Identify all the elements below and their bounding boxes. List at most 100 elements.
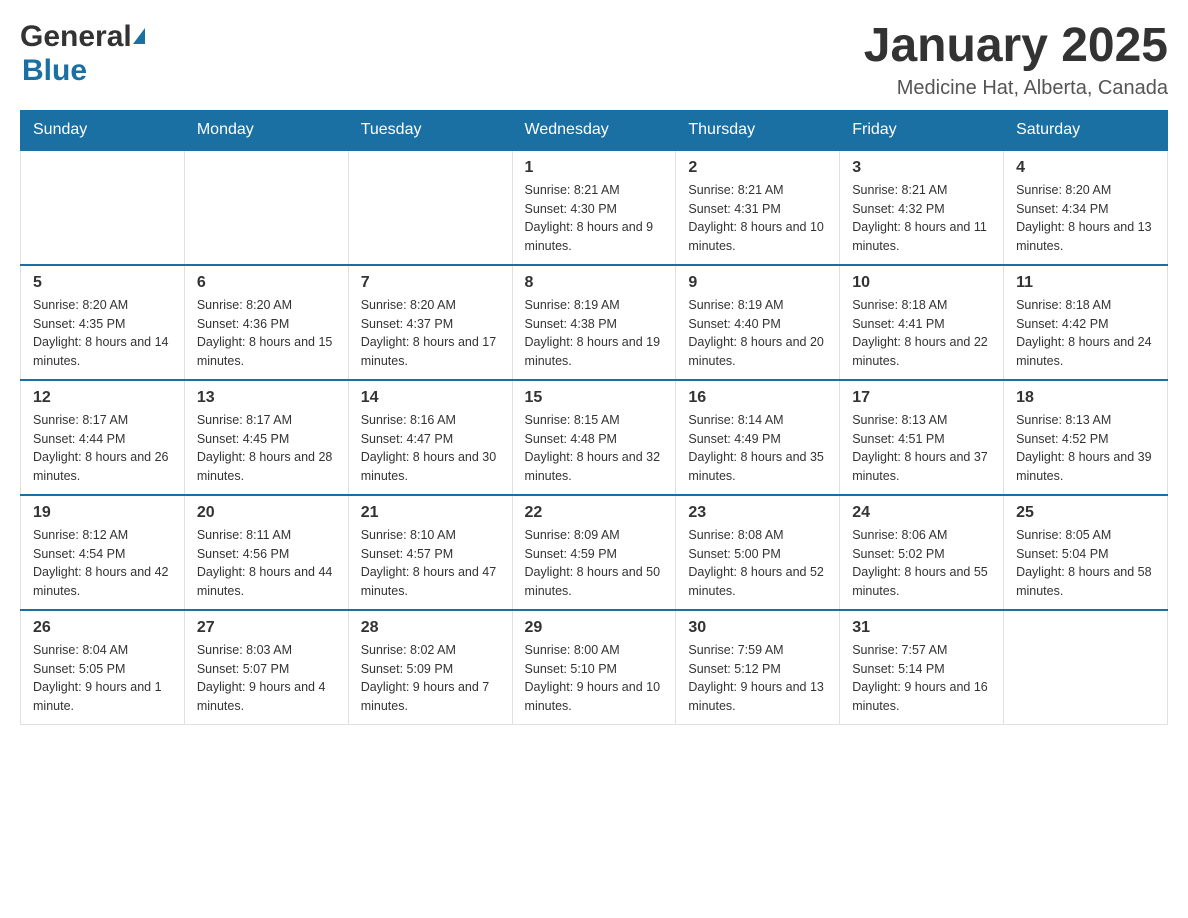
day-number: 20 [197,504,336,522]
day-number: 30 [688,619,827,637]
logo-general: General [20,20,132,54]
day-number: 3 [852,159,991,177]
day-info: Sunrise: 8:21 AM Sunset: 4:31 PM Dayligh… [688,181,827,256]
day-info: Sunrise: 8:00 AM Sunset: 5:10 PM Dayligh… [525,641,664,716]
day-info: Sunrise: 8:17 AM Sunset: 4:44 PM Dayligh… [33,411,172,486]
day-info: Sunrise: 8:10 AM Sunset: 4:57 PM Dayligh… [361,526,500,601]
calendar-cell: 6 Sunrise: 8:20 AM Sunset: 4:36 PM Daylig… [184,265,348,380]
calendar-cell [1004,610,1168,725]
day-number: 11 [1016,274,1155,292]
day-info: Sunrise: 8:19 AM Sunset: 4:38 PM Dayligh… [525,296,664,371]
day-number: 26 [33,619,172,637]
calendar-cell: 23 Sunrise: 8:08 AM Sunset: 5:00 PM Dayli… [676,495,840,610]
day-info: Sunrise: 8:16 AM Sunset: 4:47 PM Dayligh… [361,411,500,486]
day-number: 10 [852,274,991,292]
calendar-cell: 18 Sunrise: 8:13 AM Sunset: 4:52 PM Dayli… [1004,380,1168,495]
logo-arrow-icon [133,28,145,44]
day-number: 12 [33,389,172,407]
calendar-cell: 1Sunrise: 8:21 AM Sunset: 4:30 PM Daylig… [512,150,676,265]
calendar-cell: 16 Sunrise: 8:14 AM Sunset: 4:49 PM Dayli… [676,380,840,495]
day-number: 18 [1016,389,1155,407]
calendar-cell: 31 Sunrise: 7:57 AM Sunset: 5:14 PM Dayli… [840,610,1004,725]
calendar-cell: 29Sunrise: 8:00 AM Sunset: 5:10 PM Dayli… [512,610,676,725]
day-number: 9 [688,274,827,292]
calendar-cell: 9 Sunrise: 8:19 AM Sunset: 4:40 PM Daylig… [676,265,840,380]
day-number: 23 [688,504,827,522]
day-info: Sunrise: 8:12 AM Sunset: 4:54 PM Dayligh… [33,526,172,601]
calendar-cell: 5Sunrise: 8:20 AM Sunset: 4:35 PM Daylig… [21,265,185,380]
calendar-cell: 8 Sunrise: 8:19 AM Sunset: 4:38 PM Daylig… [512,265,676,380]
day-of-week-header: Friday [840,110,1004,150]
calendar-title: January 2025 [864,20,1168,73]
title-section: January 2025 Medicine Hat, Alberta, Cana… [864,20,1168,100]
day-info: Sunrise: 8:20 AM Sunset: 4:37 PM Dayligh… [361,296,500,371]
day-info: Sunrise: 8:18 AM Sunset: 4:42 PM Dayligh… [1016,296,1155,371]
day-number: 16 [688,389,827,407]
day-number: 17 [852,389,991,407]
day-info: Sunrise: 8:20 AM Sunset: 4:34 PM Dayligh… [1016,181,1155,256]
day-number: 24 [852,504,991,522]
day-number: 13 [197,389,336,407]
day-number: 19 [33,504,172,522]
location: Medicine Hat, Alberta, Canada [864,77,1168,100]
calendar-cell [184,150,348,265]
calendar-header-row: SundayMondayTuesdayWednesdayThursdayFrid… [21,110,1168,150]
calendar-cell: 13 Sunrise: 8:17 AM Sunset: 4:45 PM Dayli… [184,380,348,495]
calendar-cell: 21 Sunrise: 8:10 AM Sunset: 4:57 PM Dayli… [348,495,512,610]
day-info: Sunrise: 8:19 AM Sunset: 4:40 PM Dayligh… [688,296,827,371]
calendar-table: SundayMondayTuesdayWednesdayThursdayFrid… [20,110,1168,725]
day-number: 27 [197,619,336,637]
day-info: Sunrise: 8:20 AM Sunset: 4:36 PM Dayligh… [197,296,336,371]
day-number: 7 [361,274,500,292]
day-number: 28 [361,619,500,637]
logo: General Blue [20,20,145,88]
day-number: 14 [361,389,500,407]
logo-blue: Blue [22,54,87,88]
day-number: 15 [525,389,664,407]
calendar-cell: 3Sunrise: 8:21 AM Sunset: 4:32 PM Daylig… [840,150,1004,265]
page-header: General Blue January 2025 Medicine Hat, … [20,20,1168,100]
calendar-cell: 20 Sunrise: 8:11 AM Sunset: 4:56 PM Dayli… [184,495,348,610]
day-info: Sunrise: 8:11 AM Sunset: 4:56 PM Dayligh… [197,526,336,601]
calendar-week-row: 26Sunrise: 8:04 AM Sunset: 5:05 PM Dayli… [21,610,1168,725]
day-number: 5 [33,274,172,292]
calendar-cell: 28 Sunrise: 8:02 AM Sunset: 5:09 PM Dayli… [348,610,512,725]
calendar-cell: 27 Sunrise: 8:03 AM Sunset: 5:07 PM Dayli… [184,610,348,725]
calendar-cell: 10 Sunrise: 8:18 AM Sunset: 4:41 PM Dayli… [840,265,1004,380]
day-info: Sunrise: 8:03 AM Sunset: 5:07 PM Dayligh… [197,641,336,716]
day-number: 8 [525,274,664,292]
day-of-week-header: Saturday [1004,110,1168,150]
day-number: 6 [197,274,336,292]
calendar-week-row: 1Sunrise: 8:21 AM Sunset: 4:30 PM Daylig… [21,150,1168,265]
day-info: Sunrise: 8:13 AM Sunset: 4:51 PM Dayligh… [852,411,991,486]
day-number: 31 [852,619,991,637]
day-number: 22 [525,504,664,522]
day-of-week-header: Thursday [676,110,840,150]
day-of-week-header: Wednesday [512,110,676,150]
day-of-week-header: Tuesday [348,110,512,150]
day-info: Sunrise: 8:06 AM Sunset: 5:02 PM Dayligh… [852,526,991,601]
calendar-cell: 17 Sunrise: 8:13 AM Sunset: 4:51 PM Dayli… [840,380,1004,495]
day-info: Sunrise: 8:08 AM Sunset: 5:00 PM Dayligh… [688,526,827,601]
calendar-cell: 25Sunrise: 8:05 AM Sunset: 5:04 PM Dayli… [1004,495,1168,610]
day-info: Sunrise: 8:14 AM Sunset: 4:49 PM Dayligh… [688,411,827,486]
calendar-cell: 30Sunrise: 7:59 AM Sunset: 5:12 PM Dayli… [676,610,840,725]
day-number: 21 [361,504,500,522]
day-info: Sunrise: 7:57 AM Sunset: 5:14 PM Dayligh… [852,641,991,716]
day-of-week-header: Sunday [21,110,185,150]
day-info: Sunrise: 8:09 AM Sunset: 4:59 PM Dayligh… [525,526,664,601]
calendar-cell: 14 Sunrise: 8:16 AM Sunset: 4:47 PM Dayli… [348,380,512,495]
calendar-cell: 26Sunrise: 8:04 AM Sunset: 5:05 PM Dayli… [21,610,185,725]
day-info: Sunrise: 8:17 AM Sunset: 4:45 PM Dayligh… [197,411,336,486]
day-info: Sunrise: 8:18 AM Sunset: 4:41 PM Dayligh… [852,296,991,371]
calendar-cell: 7 Sunrise: 8:20 AM Sunset: 4:37 PM Daylig… [348,265,512,380]
day-info: Sunrise: 8:13 AM Sunset: 4:52 PM Dayligh… [1016,411,1155,486]
day-info: Sunrise: 8:02 AM Sunset: 5:09 PM Dayligh… [361,641,500,716]
calendar-cell: 15Sunrise: 8:15 AM Sunset: 4:48 PM Dayli… [512,380,676,495]
calendar-cell: 11 Sunrise: 8:18 AM Sunset: 4:42 PM Dayli… [1004,265,1168,380]
calendar-cell: 12 Sunrise: 8:17 AM Sunset: 4:44 PM Dayli… [21,380,185,495]
calendar-week-row: 5Sunrise: 8:20 AM Sunset: 4:35 PM Daylig… [21,265,1168,380]
calendar-cell: 22 Sunrise: 8:09 AM Sunset: 4:59 PM Dayli… [512,495,676,610]
calendar-week-row: 12 Sunrise: 8:17 AM Sunset: 4:44 PM Dayli… [21,380,1168,495]
calendar-cell [21,150,185,265]
